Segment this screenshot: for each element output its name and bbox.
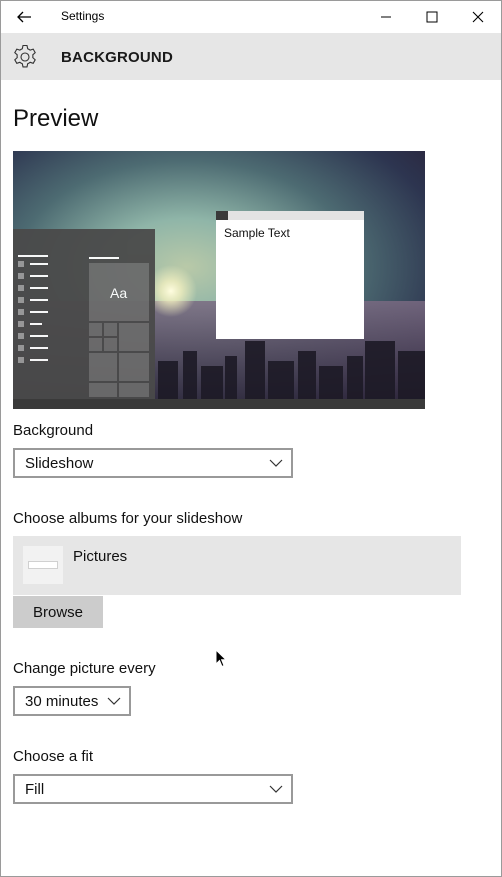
window-title: Settings bbox=[61, 9, 105, 23]
gear-icon bbox=[14, 44, 36, 68]
sample-window-preview: Sample Text bbox=[216, 211, 364, 339]
background-preview: Aa Sample Text bbox=[13, 151, 425, 409]
maximize-button[interactable] bbox=[409, 1, 455, 33]
interval-dropdown[interactable]: 30 minutes bbox=[13, 686, 131, 716]
start-menu-preview: Aa bbox=[13, 229, 155, 399]
chevron-down-icon bbox=[269, 459, 283, 467]
page-title: BACKGROUND bbox=[61, 49, 173, 66]
mouse-cursor-icon bbox=[215, 649, 227, 668]
chevron-down-icon bbox=[107, 697, 121, 705]
albums-label: Choose albums for your slideshow bbox=[13, 510, 243, 527]
interval-label: Change picture every bbox=[13, 660, 156, 677]
live-tile: Aa bbox=[89, 263, 149, 321]
interval-value: 30 minutes bbox=[25, 693, 99, 710]
title-bar: Settings bbox=[1, 1, 501, 33]
minimize-icon bbox=[381, 16, 391, 18]
tile-label: Aa bbox=[110, 285, 128, 301]
tile-group-header bbox=[89, 257, 119, 259]
album-name: Pictures bbox=[73, 548, 128, 565]
album-item[interactable]: Pictures bbox=[13, 536, 461, 595]
close-icon bbox=[472, 11, 484, 23]
fit-label: Choose a fit bbox=[13, 748, 94, 765]
small-tiles bbox=[89, 323, 149, 397]
start-menu-list bbox=[18, 255, 50, 373]
taskbar-preview bbox=[13, 399, 425, 409]
browse-button[interactable]: Browse bbox=[13, 596, 103, 628]
back-arrow-icon bbox=[17, 11, 31, 23]
preview-heading: Preview bbox=[13, 105, 99, 132]
sample-text: Sample Text bbox=[224, 226, 290, 240]
settings-window: Settings BACKGROUND Preview Aa Sample Te… bbox=[0, 0, 502, 877]
background-dropdown[interactable]: Slideshow bbox=[13, 448, 293, 478]
close-button[interactable] bbox=[455, 1, 501, 33]
background-label: Background bbox=[13, 422, 94, 439]
folder-icon bbox=[23, 546, 63, 584]
chevron-down-icon bbox=[269, 785, 283, 793]
maximize-icon bbox=[426, 11, 438, 23]
fit-dropdown[interactable]: Fill bbox=[13, 774, 293, 804]
minimize-button[interactable] bbox=[363, 1, 409, 33]
background-value: Slideshow bbox=[25, 455, 94, 472]
page-header: BACKGROUND bbox=[1, 33, 501, 80]
fit-value: Fill bbox=[25, 781, 45, 798]
back-button[interactable] bbox=[7, 3, 41, 31]
